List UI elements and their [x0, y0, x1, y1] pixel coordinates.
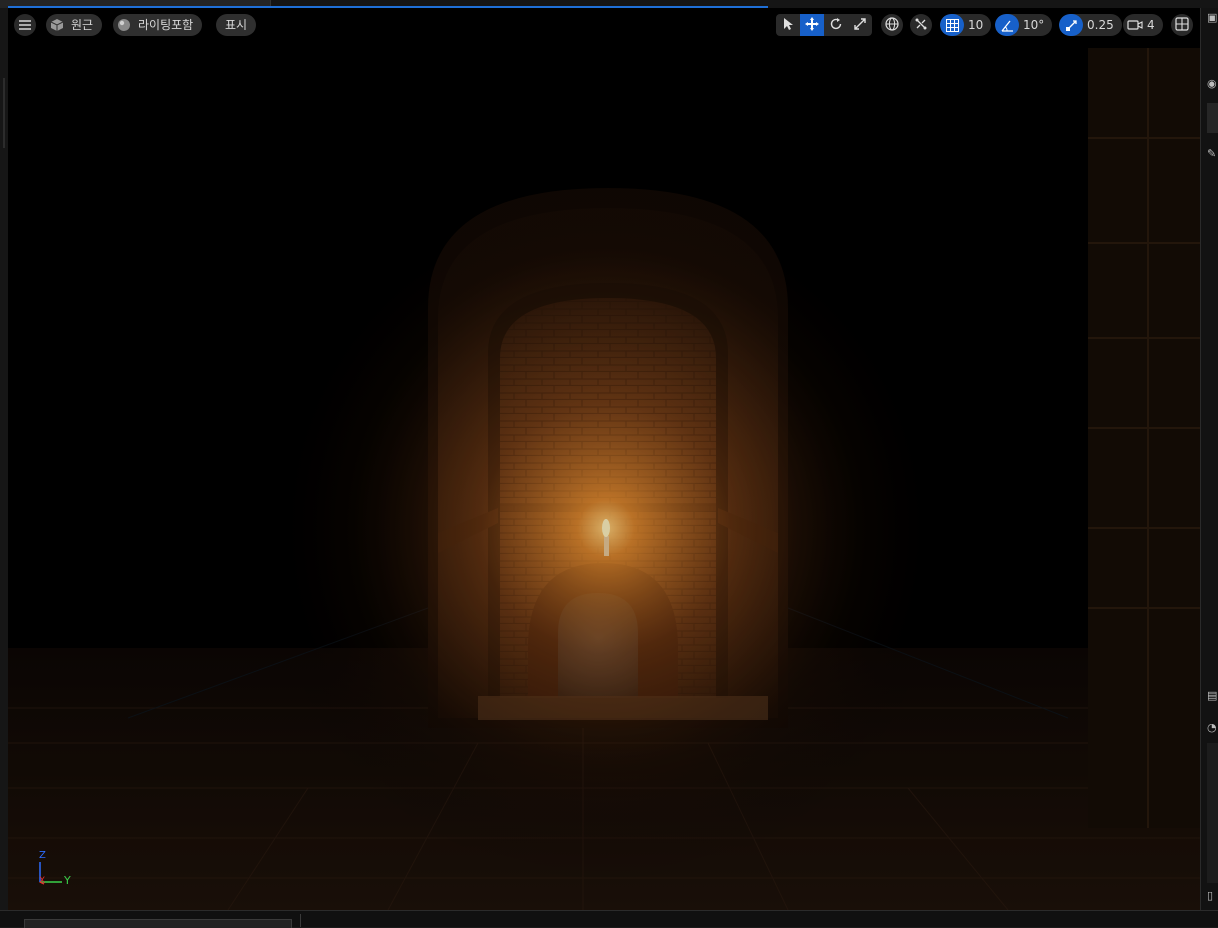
cube-icon: [46, 14, 68, 36]
translate-tool-button[interactable]: [800, 14, 824, 36]
rotate-icon: [829, 16, 843, 35]
grid-snap-control[interactable]: 10: [940, 14, 992, 36]
camera-speed-value: 4: [1147, 18, 1155, 32]
perspective-button[interactable]: 원근: [46, 14, 103, 36]
pin-icon[interactable]: ✎: [1207, 146, 1218, 162]
window-top-strip: [0, 0, 1218, 15]
rotation-snap-control[interactable]: 10°: [995, 14, 1053, 36]
perspective-label: 원근: [71, 18, 94, 32]
left-panel-edge: [0, 8, 8, 910]
left-scroll-handle[interactable]: [3, 78, 5, 148]
panel-footer-icon[interactable]: ▯: [1207, 888, 1218, 904]
lit-sphere-icon: [113, 14, 135, 36]
panel-tab-icon[interactable]: ▣: [1207, 10, 1218, 26]
viewport-layout-icon: [1175, 16, 1189, 35]
scale-snap-value: 0.25: [1087, 18, 1114, 32]
camera-speed-control[interactable]: 4: [1123, 14, 1163, 36]
axis-y-label: Y: [64, 874, 71, 887]
surface-snap-icon: [914, 16, 928, 35]
view-mode-label: 라이팅포함: [138, 18, 194, 32]
camera-icon: [1123, 14, 1147, 36]
view-mode-button[interactable]: 라이팅포함: [113, 14, 203, 36]
move-arrows-icon: [805, 16, 819, 35]
show-label: 표시: [225, 18, 248, 32]
scale-snap-icon: [1059, 14, 1083, 36]
viewport-toolbar: 원근 라이팅포함 표시 10 10° 0.25 4: [8, 8, 1200, 42]
rotation-snap-value: 10°: [1023, 18, 1045, 32]
axis-x-label: X: [39, 876, 46, 886]
bottom-panel-tab[interactable]: [24, 919, 292, 928]
viewport-menu-button[interactable]: [14, 14, 36, 36]
angle-icon: [995, 14, 1019, 36]
panel-section: [1207, 103, 1218, 133]
globe-icon: [885, 16, 899, 35]
scene-render[interactable]: [8, 8, 1200, 910]
surface-snap-button[interactable]: [910, 14, 932, 36]
cursor-icon: [782, 16, 794, 35]
world-local-toggle[interactable]: [881, 14, 903, 36]
panel-tool-icon[interactable]: ▤: [1207, 688, 1218, 704]
bottom-separator: [300, 914, 301, 927]
select-tool-button[interactable]: [776, 14, 800, 36]
show-button[interactable]: 표시: [216, 14, 257, 36]
grid-snap-value: 10: [968, 18, 984, 32]
panel-scroll-area[interactable]: [1207, 743, 1218, 883]
scale-icon: [853, 16, 867, 35]
scale-snap-control[interactable]: 0.25: [1059, 14, 1122, 36]
eye-icon[interactable]: ◉: [1207, 76, 1218, 92]
scale-tool-button[interactable]: [848, 14, 872, 36]
level-viewport[interactable]: 원근 라이팅포함 표시 10 10° 0.25 4 Z Y X: [8, 8, 1200, 910]
viewport-layout-button[interactable]: [1171, 14, 1193, 36]
refresh-icon[interactable]: ◔: [1207, 720, 1218, 736]
right-side-panel: ▣ ◉ ✎ ▤ ◔ ▯: [1200, 8, 1218, 910]
axis-z-label: Z: [39, 850, 46, 861]
rotate-tool-button[interactable]: [824, 14, 848, 36]
grid-icon: [940, 14, 964, 36]
bottom-panel-bar: [0, 910, 1218, 928]
axis-gizmo: Z Y X: [32, 848, 82, 888]
hamburger-icon: [14, 14, 36, 36]
transform-tools: [776, 14, 872, 36]
